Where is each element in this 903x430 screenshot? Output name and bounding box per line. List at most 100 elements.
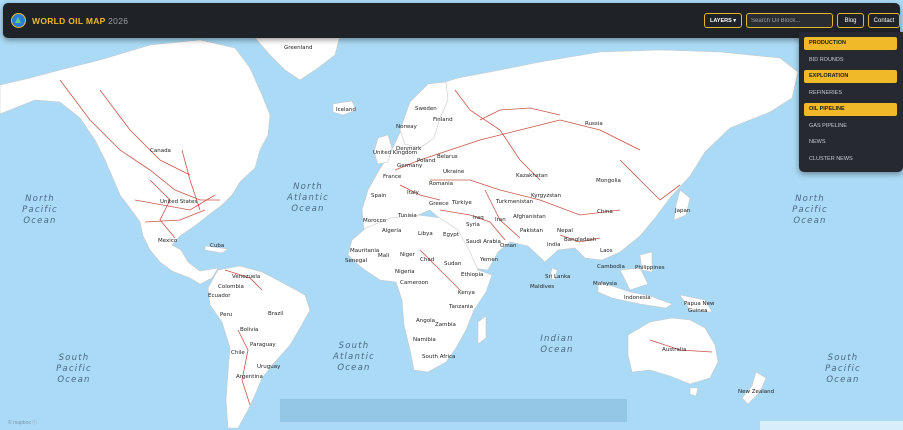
country-label: United States xyxy=(160,199,197,205)
country-label: Sri Lanka xyxy=(545,274,570,280)
layers-menu: PRODUCTION BID ROUNDS EXPLORATION REFINE… xyxy=(799,32,903,172)
ocean-label-south-pacific-east: South Pacific Ocean xyxy=(825,353,861,385)
country-label: Ukraine xyxy=(443,169,465,175)
country-label: Laos xyxy=(600,248,613,254)
country-label: Turkmenistan xyxy=(495,199,534,205)
new-zealand-landmass xyxy=(741,371,767,405)
country-label: Zambia xyxy=(435,322,456,328)
country-label: Maldives xyxy=(530,284,554,290)
ocean-label-south-atlantic: South Atlantic Ocean xyxy=(332,341,375,373)
country-label: Norway xyxy=(396,124,418,130)
country-label: Sudan xyxy=(444,261,462,267)
country-label: Mauritania xyxy=(350,248,379,254)
borneo-landmass xyxy=(619,267,649,291)
country-label: Bolivia xyxy=(240,327,258,333)
country-label: Venezuela xyxy=(232,274,260,280)
country-label: Mongolia xyxy=(596,178,621,184)
country-label: Saudi Arabia xyxy=(466,239,501,245)
country-label: Egypt xyxy=(443,232,460,238)
country-label: Cambodia xyxy=(597,264,625,270)
greenland-landmass xyxy=(254,35,341,81)
country-label: Niger xyxy=(400,252,416,258)
layer-item-gas-pipeline[interactable]: GAS PIPELINE xyxy=(804,120,897,133)
country-label: Namibia xyxy=(413,337,436,343)
layer-item-oil-pipeline[interactable]: OIL PIPELINE xyxy=(804,103,897,116)
app-year: 2026 xyxy=(108,16,129,26)
map-attribution[interactable]: © mapbox ⓘ xyxy=(8,419,37,426)
ocean-label-north-atlantic: North Atlantic Ocean xyxy=(286,182,329,214)
country-label: China xyxy=(597,209,613,215)
country-label: Russia xyxy=(585,121,603,127)
country-label: Greece xyxy=(429,201,449,207)
country-label: United Kingdom xyxy=(373,150,417,156)
japan-landmass xyxy=(673,189,691,221)
country-label: Spain xyxy=(371,193,387,199)
country-label: New Zealand xyxy=(738,389,774,395)
country-label: Yemen xyxy=(479,257,499,263)
top-navbar: WORLD OIL MAP 2026 LAYERS ▾ Blog Contact xyxy=(3,3,900,38)
country-label: Kenya xyxy=(458,290,475,296)
country-label: Libya xyxy=(418,231,433,237)
country-label: Bangladesh xyxy=(564,237,597,243)
north-america-landmass xyxy=(0,39,271,285)
country-label: Cameroon xyxy=(400,280,429,286)
country-label: Morocco xyxy=(363,218,387,224)
country-label: Sweden xyxy=(415,106,437,112)
country-label: Kazakhstan xyxy=(516,173,548,179)
country-label: Chad xyxy=(420,257,434,263)
contact-button[interactable]: Contact xyxy=(868,13,900,28)
country-label: Tanzania xyxy=(448,304,473,310)
country-label: Malaysia xyxy=(593,281,617,287)
country-label: Romania xyxy=(429,181,453,187)
country-label: Philippines xyxy=(635,265,665,271)
madagascar-landmass xyxy=(477,315,487,345)
country-label: Angola xyxy=(416,318,435,324)
country-label: Argentina xyxy=(236,374,263,380)
tasmania-landmass xyxy=(689,387,699,397)
country-label: France xyxy=(383,174,402,180)
country-label: Peru xyxy=(220,312,232,318)
country-label: Indonesia xyxy=(624,295,651,301)
country-label: Türkiye xyxy=(451,200,472,206)
country-label: Belarus xyxy=(437,154,458,160)
country-label: Mali xyxy=(378,253,390,259)
country-label: Japan xyxy=(674,208,691,214)
layer-item-bid-rounds[interactable]: BID ROUNDS xyxy=(804,54,897,67)
layer-item-cluster-news[interactable]: CLUSTER NEWS xyxy=(804,153,897,166)
layer-item-refineries[interactable]: REFINERIES xyxy=(804,87,897,100)
country-label: Ecuador xyxy=(208,293,231,299)
country-label: Greenland xyxy=(284,45,313,51)
world-map[interactable]: North Pacific Ocean North Atlantic Ocean Nor… xyxy=(0,0,903,430)
country-label: Australia xyxy=(662,347,686,353)
ocean-label-indian: Indian Ocean xyxy=(540,334,573,355)
country-label: Iran xyxy=(495,217,506,223)
country-label: Iceland xyxy=(336,107,356,113)
country-label: Italy xyxy=(407,190,420,196)
ocean-label-north-pacific-east: North Pacific Ocean xyxy=(792,194,828,226)
layer-item-news[interactable]: NEWS xyxy=(804,136,897,149)
country-label: Paraguay xyxy=(250,342,276,348)
layers-dropdown-button[interactable]: LAYERS ▾ xyxy=(704,13,742,28)
map-overlay-box xyxy=(280,399,627,422)
layer-item-exploration[interactable]: EXPLORATION xyxy=(804,70,897,83)
country-label: Poland xyxy=(417,158,435,164)
map-attribution-bar xyxy=(760,421,903,430)
country-label: Uruguay xyxy=(257,364,281,370)
country-label: Ethiopia xyxy=(461,272,483,278)
layer-item-production[interactable]: PRODUCTION xyxy=(804,37,897,50)
country-label: Canada xyxy=(150,148,171,154)
country-label: Kyrgyzstan xyxy=(531,193,562,199)
country-label: Afghanistan xyxy=(513,214,546,220)
country-label: Nigeria xyxy=(395,269,415,275)
country-label: Syria xyxy=(466,222,480,228)
country-label: Oman xyxy=(500,243,517,249)
app-title[interactable]: WORLD OIL MAP 2026 xyxy=(32,16,128,26)
country-label: India xyxy=(547,242,561,248)
blog-button[interactable]: Blog xyxy=(837,13,864,28)
logo-icon[interactable] xyxy=(11,13,26,28)
country-label: South Africa xyxy=(422,354,455,360)
country-label: Algeria xyxy=(382,228,401,234)
search-input[interactable] xyxy=(746,13,833,28)
country-label: Brazil xyxy=(268,311,284,317)
country-label: Cuba xyxy=(210,243,224,249)
